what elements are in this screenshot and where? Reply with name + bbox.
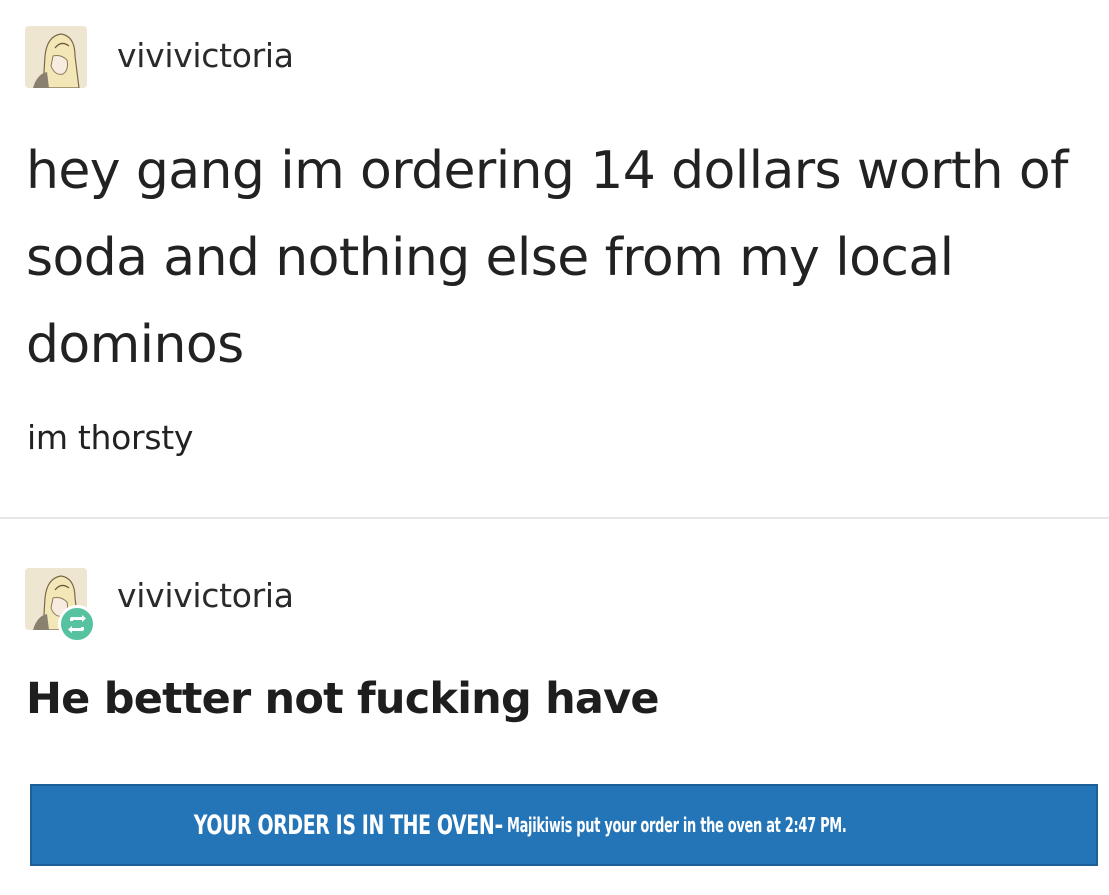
banner-detail: Majikiwis put your order in the oven at … [507, 813, 847, 837]
reblog-icon [68, 615, 86, 633]
anime-avatar-icon [25, 26, 87, 88]
order-status-banner: YOUR ORDER IS IN THE OVEN - Majikiwis pu… [30, 784, 1098, 866]
avatar[interactable] [25, 26, 87, 88]
post-headline: hey gang im ordering 14 dollars worth of… [26, 141, 1068, 375]
reblog-post: vivivictoria He better not fucking have … [0, 520, 1109, 895]
banner-separator: - [494, 811, 504, 839]
post-divider [0, 517, 1109, 519]
username[interactable]: vivivictoria [117, 576, 294, 615]
username[interactable]: vivivictoria [117, 36, 294, 75]
banner-headline: YOUR ORDER IS IN THE OVEN [193, 809, 495, 841]
banner-content: YOUR ORDER IS IN THE OVEN - Majikiwis pu… [109, 810, 979, 841]
original-post: vivivictoria hey gang im ordering 14 dol… [0, 0, 1109, 518]
reply-text: He better not fucking have [26, 674, 660, 724]
post-body: im thorsty [27, 418, 194, 457]
reblog-badge [58, 605, 96, 643]
